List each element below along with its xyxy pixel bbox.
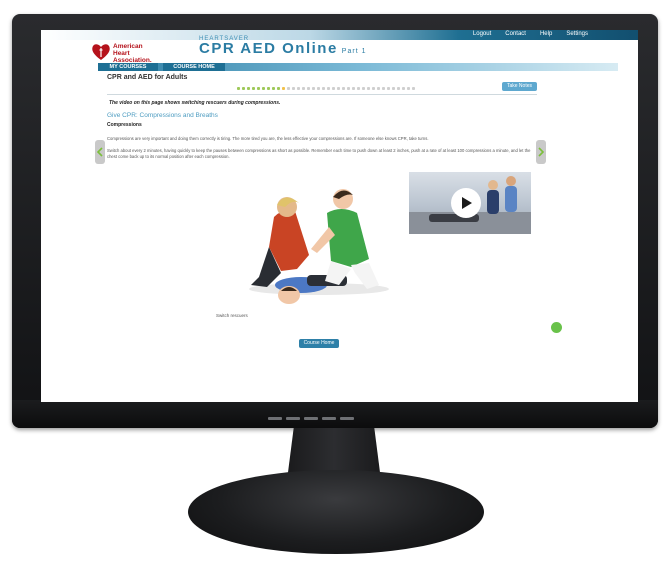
next-page-button[interactable] [536, 140, 546, 164]
progress-segment [342, 87, 345, 90]
progress-segment [317, 87, 320, 90]
progress-segment [257, 87, 260, 90]
previous-page-button[interactable] [95, 140, 105, 164]
play-video-button[interactable] [451, 188, 481, 218]
heart-torch-logo-icon [92, 44, 110, 60]
progress-segment [367, 87, 370, 90]
progress-segment [252, 87, 255, 90]
progress-segment [377, 87, 380, 90]
subheading: Compressions [107, 122, 142, 128]
progress-segment [332, 87, 335, 90]
help-link[interactable]: Help [540, 31, 552, 37]
monitor-button[interactable] [304, 417, 318, 420]
progress-segment [312, 87, 315, 90]
cpr-rescuers-illustration [249, 189, 389, 304]
progress-segment [352, 87, 355, 90]
progress-segment [372, 87, 375, 90]
compressions-video-thumbnail[interactable] [409, 172, 531, 234]
lesson-title: CPR and AED for Adults [107, 74, 188, 81]
progress-segment [247, 87, 250, 90]
progress-segment [382, 87, 385, 90]
top-nav-links: Logout Contact Help Settings [473, 31, 588, 37]
logo-wordmark: American Heart Association. [113, 43, 163, 64]
progress-segment [337, 87, 340, 90]
progress-segment [262, 87, 265, 90]
play-icon [462, 197, 472, 209]
monitor-buttons [268, 417, 354, 420]
course-part: Part 1 [341, 48, 367, 55]
course-title-block: HEARTSAVER CPR AED Online Part 1 [199, 36, 366, 58]
logo-line: Heart [113, 50, 130, 57]
monitor-stand-base [188, 470, 484, 554]
progress-segment [387, 87, 390, 90]
lesson-progress-indicator [237, 87, 415, 90]
tab-my-courses[interactable]: MY COURSES [98, 63, 158, 71]
progress-segment [282, 87, 285, 90]
progress-segment [322, 87, 325, 90]
progress-segment [287, 87, 290, 90]
progress-segment [297, 87, 300, 90]
illustration-caption: Switch rescuers [216, 313, 248, 318]
course-title-text: CPR AED Online [199, 40, 338, 57]
progress-segment [412, 87, 415, 90]
lesson-paragraph: Switch about every 2 minutes, having qui… [107, 148, 531, 159]
course-home-button[interactable]: Course Home [299, 339, 339, 348]
progress-segment [397, 87, 400, 90]
monitor-chin [12, 400, 658, 428]
progress-segment [362, 87, 365, 90]
screen: Logout Contact Help Settings American He… [41, 30, 638, 402]
progress-segment [237, 87, 240, 90]
logo-line: American [113, 43, 143, 50]
progress-segment [292, 87, 295, 90]
status-indicator-dot [551, 322, 562, 333]
progress-segment [277, 87, 280, 90]
chevron-left-icon [97, 147, 103, 157]
progress-segment [327, 87, 330, 90]
progress-segment [302, 87, 305, 90]
monitor-button[interactable] [322, 417, 336, 420]
chevron-right-icon [538, 147, 544, 157]
progress-segment [267, 87, 270, 90]
take-notes-button[interactable]: Take Notes [502, 82, 537, 91]
progress-segment [407, 87, 410, 90]
lesson-paragraph: Compressions are very important and doin… [107, 136, 429, 141]
progress-segment [392, 87, 395, 90]
progress-segment [347, 87, 350, 90]
section-heading: Give CPR: Compressions and Breaths [107, 112, 218, 119]
video-note: The video on this page shows switching r… [109, 100, 281, 106]
progress-segment [307, 87, 310, 90]
monitor-button[interactable] [286, 417, 300, 420]
tab-course-home[interactable]: COURSE HOME [163, 63, 225, 71]
progress-segment [402, 87, 405, 90]
progress-segment [242, 87, 245, 90]
settings-link[interactable]: Settings [566, 31, 588, 37]
monitor-button[interactable] [268, 417, 282, 420]
progress-segment [357, 87, 360, 90]
contact-link[interactable]: Contact [505, 31, 526, 37]
course-title: CPR AED Online Part 1 [199, 40, 367, 58]
logout-link[interactable]: Logout [473, 31, 491, 37]
aha-logo[interactable]: American Heart Association. [91, 40, 161, 64]
divider [107, 94, 537, 95]
monitor-button[interactable] [340, 417, 354, 420]
progress-segment [272, 87, 275, 90]
